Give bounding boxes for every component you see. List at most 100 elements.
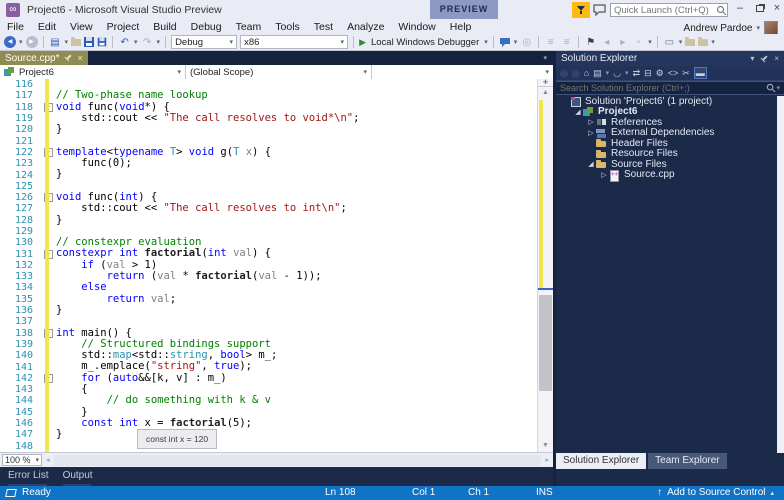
avatar[interactable]	[764, 21, 778, 35]
menu-project[interactable]: Project	[100, 21, 147, 33]
search-options-dropdown[interactable]: ▾	[776, 84, 780, 92]
tree-item-external-dependencies[interactable]: ▷External Dependencies	[556, 128, 777, 139]
tab-close-icon[interactable]: ×	[77, 53, 82, 63]
tree-item-header-files[interactable]: Header Files	[556, 138, 777, 149]
comment-dropdown[interactable]: ▾	[514, 38, 518, 46]
close-button[interactable]: ×	[768, 0, 784, 18]
window-switch-dropdown[interactable]: ▾	[65, 38, 69, 46]
menu-analyze[interactable]: Analyze	[340, 21, 391, 33]
home-icon[interactable]: ⌂	[584, 68, 589, 78]
comment-icon[interactable]	[499, 37, 511, 48]
code-editor[interactable]: 116117// Two-phase name lookup118−void f…	[0, 79, 537, 452]
switch-views-dropdown[interactable]: ▾	[606, 69, 610, 77]
menu-tools[interactable]: Tools	[268, 21, 307, 33]
menu-file[interactable]: File	[0, 21, 31, 33]
horizontal-scrollbar[interactable]	[54, 455, 542, 466]
document-tab[interactable]: Source.cpp* ×	[0, 51, 88, 65]
redo-dropdown[interactable]: ▾	[157, 38, 161, 46]
solution-explorer-search[interactable]: ▾	[556, 81, 784, 95]
save-button[interactable]	[84, 37, 94, 47]
add-to-source-control-button[interactable]: ↑ Add to Source Control ▴	[657, 487, 774, 498]
panel-tab-team-explorer[interactable]: Team Explorer	[648, 453, 726, 469]
window-switch-icon[interactable]: ▤	[49, 37, 62, 48]
platform-combo[interactable]: x86▾	[240, 35, 348, 49]
se-forward-button[interactable]: ◎	[572, 68, 580, 79]
menu-debug[interactable]: Debug	[184, 21, 229, 33]
tree-item-source-cpp[interactable]: ▷Source.cpp	[556, 170, 777, 181]
add-folder-icon[interactable]	[685, 39, 695, 46]
flag-button[interactable]	[572, 2, 590, 18]
menu-team[interactable]: Team	[229, 21, 269, 33]
debug-config-combo[interactable]: Debug▾	[171, 35, 237, 49]
new-item-dropdown[interactable]: ▾	[679, 38, 683, 46]
panel-close-icon[interactable]: ×	[774, 54, 779, 63]
prev-bookmark-icon[interactable]: ◂	[600, 37, 613, 48]
quick-launch-input[interactable]	[611, 5, 716, 16]
document-list-dropdown[interactable]: ▾	[543, 54, 547, 62]
minimize-button[interactable]: –	[731, 0, 749, 18]
run-dropdown[interactable]: ▾	[484, 38, 488, 46]
redo-button[interactable]: ↷	[141, 37, 154, 48]
expander-collapsed-icon[interactable]: ▷	[586, 129, 596, 137]
menu-window[interactable]: Window	[391, 21, 442, 33]
restore-button[interactable]	[751, 0, 769, 18]
next-bookmark-icon[interactable]: ▸	[616, 37, 629, 48]
open-folder-icon[interactable]	[71, 39, 81, 46]
bookmark-overflow[interactable]: ▾	[648, 38, 652, 46]
tree-item-solution-project6-1-project[interactable]: Solution 'Project6' (1 project)	[556, 96, 777, 107]
editor-vertical-scrollbar[interactable]: ✚ ▲ ▼	[537, 79, 553, 452]
zoom-selector[interactable]: 100 %▾	[2, 454, 42, 466]
properties-wrench-icon[interactable]: ✂	[682, 68, 690, 79]
tree-scrollbar[interactable]	[777, 96, 784, 453]
undo-button[interactable]: ↶	[118, 37, 131, 48]
new-item-icon[interactable]: ▭	[663, 37, 676, 48]
dock-tab-error-list[interactable]: Error List	[8, 470, 49, 483]
pin-icon[interactable]	[63, 52, 74, 63]
start-debug-icon[interactable]: ▶	[359, 37, 366, 48]
menu-build[interactable]: Build	[146, 21, 183, 33]
member-dropdown[interactable]: ▾	[372, 65, 553, 79]
scrollbar-thumb[interactable]	[539, 295, 552, 391]
collapse-all-icon[interactable]: ⊟	[644, 68, 652, 79]
se-back-button[interactable]: ◎	[560, 68, 568, 79]
scroll-down-arrow[interactable]: ▼	[538, 440, 553, 452]
properties-gear-icon[interactable]: ⚙	[656, 68, 664, 79]
expander-collapsed-icon[interactable]: ▷	[586, 118, 596, 126]
tree-item-references[interactable]: ▷References	[556, 117, 777, 128]
show-all-files-icon[interactable]: <>	[668, 68, 679, 78]
undo-dropdown[interactable]: ▾	[134, 38, 138, 46]
menu-test[interactable]: Test	[307, 21, 340, 33]
tree-item-project6[interactable]: ◢Project6	[556, 107, 777, 118]
navigate-back-button[interactable]: ◀	[4, 36, 16, 48]
panel-pin-icon[interactable]	[759, 53, 770, 64]
menu-edit[interactable]: Edit	[31, 21, 63, 33]
panel-tab-solution-explorer[interactable]: Solution Explorer	[556, 453, 646, 469]
filter-dropdown[interactable]: ▾	[625, 69, 629, 77]
lightbulb-icon[interactable]: ◎	[520, 37, 533, 48]
split-grip[interactable]: ✚	[538, 79, 553, 87]
window-position-dropdown[interactable]: ▾	[750, 54, 754, 63]
scroll-left-arrow[interactable]: ◂	[46, 456, 50, 464]
project-dropdown[interactable]: Project6 ▾	[0, 65, 186, 79]
preview-selected-items-icon[interactable]: ▬	[694, 67, 707, 79]
menu-view[interactable]: View	[63, 21, 100, 33]
scope-dropdown[interactable]: (Global Scope)▾	[186, 65, 372, 79]
tree-item-resource-files[interactable]: Resource Files	[556, 149, 777, 160]
dock-tab-output[interactable]: Output	[63, 470, 93, 483]
quick-launch-box[interactable]	[610, 3, 728, 17]
save-all-button[interactable]	[98, 38, 107, 47]
sync-with-active-document-icon[interactable]: ⇄	[633, 68, 641, 79]
run-button-label[interactable]: Local Windows Debugger	[371, 37, 479, 48]
expander-collapsed-icon[interactable]: ▷	[599, 171, 609, 179]
indent-decrease-icon[interactable]: ≡	[544, 37, 557, 48]
pending-changes-filter-icon[interactable]: ◡	[613, 68, 621, 79]
scroll-up-arrow[interactable]: ▲	[538, 87, 553, 99]
tree-item-source-files[interactable]: ◢Source Files	[556, 159, 777, 170]
navigate-back-dropdown[interactable]: ▾	[19, 38, 23, 46]
feedback-button[interactable]	[593, 4, 606, 16]
menu-help[interactable]: Help	[443, 21, 479, 33]
expander-expanded-icon[interactable]: ◢	[586, 160, 596, 168]
bookmark-icon[interactable]: ⚑	[584, 37, 597, 48]
scroll-right-arrow[interactable]: ▸	[545, 456, 549, 464]
switch-views-icon[interactable]: ▤	[593, 68, 602, 79]
